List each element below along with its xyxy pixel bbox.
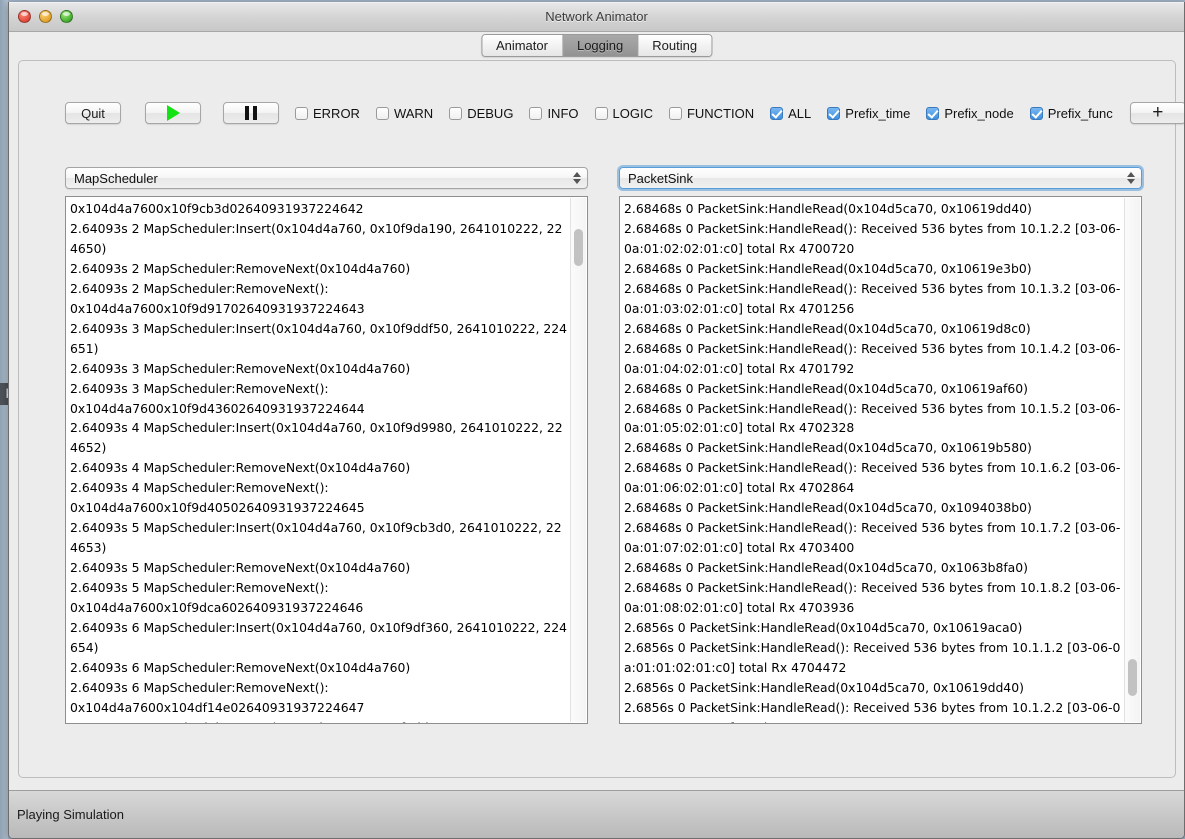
checkbox-function-label: FUNCTION [686,105,755,121]
chevron-updown-icon [573,172,581,184]
desktop-left-strip [0,0,8,839]
checkbox-prefix-node-label: Prefix_node [944,105,1014,121]
checkbox-prefix-time-box [827,106,841,120]
toolbar: Quit ERROR WARN DEBUG INFO LOGIC FUNCTIO… [19,93,1184,133]
checkbox-all-box [770,106,784,120]
checkbox-info-box [529,106,543,120]
quit-button[interactable]: Quit [65,102,121,124]
checkbox-warn[interactable]: WARN [375,105,434,121]
checkbox-function[interactable]: FUNCTION [668,105,755,121]
pause-icon [245,106,257,120]
checkbox-prefix-func-label: Prefix_func [1047,105,1113,121]
log-output-left-text: 0x104d4a7600x10f9cb3d02640931937224642 2… [70,201,568,723]
checkbox-all[interactable]: ALL [770,106,811,121]
checkbox-prefix-node[interactable]: Prefix_node [926,105,1014,121]
checkbox-debug-box [449,106,463,120]
play-icon [166,105,180,121]
status-text: Playing Simulation [17,807,124,822]
checkbox-warn-label: WARN [393,105,434,121]
tab-animator[interactable]: Animator [481,35,563,56]
tab-group: Animator Logging Routing [480,34,713,57]
chevron-updown-icon [1127,172,1135,184]
status-bar: Playing Simulation [9,790,1184,838]
checkbox-prefix-time[interactable]: Prefix_time [827,106,910,121]
checkbox-error-box [295,106,308,120]
scrollbar-left-thumb[interactable] [574,229,583,267]
scrollbar-right-thumb[interactable] [1128,659,1137,696]
window-titlebar: Network Animator [9,2,1184,32]
play-button[interactable] [145,102,201,124]
checkbox-error[interactable]: ERROR [295,106,360,121]
log-output-right[interactable]: 2.68468s 0 PacketSink:HandleRead(0x104d5… [619,196,1142,724]
pause-button[interactable] [223,102,279,124]
component-select-left[interactable]: MapScheduler [65,167,588,189]
checkbox-logic[interactable]: LOGIC [594,105,653,121]
checkbox-warn-box [375,106,389,120]
checkbox-all-label: ALL [788,105,812,121]
scrollbar-left[interactable] [570,198,586,722]
tab-routing[interactable]: Routing [638,35,712,56]
checkbox-error-label: ERROR [313,105,360,121]
checkbox-prefix-time-label: Prefix_time [845,105,911,121]
checkbox-prefix-node-box [926,106,940,120]
application-window: Network Animator Animator Logging Routin… [8,2,1185,839]
component-select-right-value: PacketSink [628,170,694,186]
checkbox-logic-box [594,106,608,120]
checkbox-prefix-func-box [1029,106,1043,120]
window-title: Network Animator [545,9,648,24]
log-pane-right: PacketSink 2.68468s 0 PacketSink:HandleR… [619,167,1142,724]
checkbox-function-box [668,106,682,120]
checkbox-info-label: INFO [547,105,579,121]
component-select-left-value: MapScheduler [74,170,158,186]
tab-bar: Animator Logging Routing [9,32,1184,62]
content-panel: Quit ERROR WARN DEBUG INFO LOGIC FUNCTIO… [18,60,1184,778]
checkbox-debug-label: DEBUG [467,105,514,121]
log-pane-left: MapScheduler 0x104d4a7600x10f9cb3d026409… [65,167,588,724]
tab-logging[interactable]: Logging [562,35,639,56]
component-select-right[interactable]: PacketSink [619,167,1142,189]
add-logger-button[interactable]: + [1129,102,1184,124]
desktop-background: kype Network Animator Animator Logging R… [0,0,1185,839]
checkbox-logic-label: LOGIC [612,105,653,121]
checkbox-debug[interactable]: DEBUG [449,106,513,121]
checkbox-prefix-func[interactable]: Prefix_func [1029,105,1113,121]
log-output-right-text: 2.68468s 0 PacketSink:HandleRead(0x104d5… [624,201,1121,723]
checkbox-info[interactable]: INFO [529,105,579,121]
scrollbar-right[interactable] [1124,198,1140,722]
log-output-left[interactable]: 0x104d4a7600x10f9cb3d02640931937224642 2… [65,196,588,724]
